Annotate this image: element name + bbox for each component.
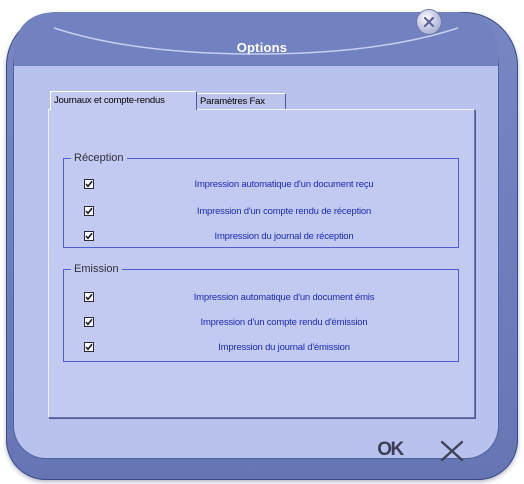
option-label-print-reception-report: Impression d'un compte rendu de réceptio… [196,206,372,217]
option-label-print-emission-report: Impression d'un compte rendu d'émission [200,317,368,328]
checkbox-auto-print-sent[interactable] [84,292,94,302]
checkbox-print-emission-report[interactable] [84,317,94,327]
option-row-print-emission-log: Impression du journal d'émission [64,341,458,357]
option-label-print-emission-log: Impression du journal d'émission [218,342,350,353]
option-label-auto-print-sent: Impression automatique d'un document émi… [193,292,375,303]
option-label-auto-print-received: Impression automatique d'un document reç… [194,179,374,190]
close-button[interactable] [417,10,441,34]
reception-group-title: Réception [71,151,127,165]
option-row-print-reception-log: Impression du journal de réception [64,230,458,246]
option-row-print-emission-report: Impression d'un compte rendu d'émission [64,316,458,332]
checkbox-auto-print-received[interactable] [84,179,94,189]
emission-group: Emission Impression automatique d'un doc… [63,262,459,362]
tab-journaux-et-compte-rendus[interactable]: Journaux et compte-rendus [50,91,197,110]
emission-group-title: Emission [71,262,122,276]
close-x-icon [440,440,464,462]
checkmark-icon [84,231,94,241]
option-row-auto-print-received: Impression automatique d'un document reç… [64,178,458,194]
dialog-title: Options [236,40,288,55]
checkbox-print-reception-log[interactable] [84,231,94,241]
checkmark-icon [84,206,94,216]
options-dialog: Options Journaux et compte-rendus Paramè… [0,0,524,484]
checkmark-icon [84,292,94,302]
option-row-print-reception-report: Impression d'un compte rendu de réceptio… [64,205,458,221]
option-row-auto-print-sent: Impression automatique d'un document émi… [64,291,458,307]
checkmark-icon [84,317,94,327]
checkbox-print-emission-log[interactable] [84,342,94,352]
checkmark-icon [84,342,94,352]
reception-group: Réception Impression automatique d'un do… [63,151,459,248]
close-icon [423,16,435,28]
option-label-print-reception-log: Impression du journal de réception [214,231,354,242]
ok-button[interactable]: OK [374,437,406,463]
checkmark-icon [84,179,94,189]
tab-parametres-fax[interactable]: Paramètres Fax [197,93,286,109]
cancel-button[interactable] [438,438,466,464]
checkbox-print-reception-report[interactable] [84,206,94,216]
